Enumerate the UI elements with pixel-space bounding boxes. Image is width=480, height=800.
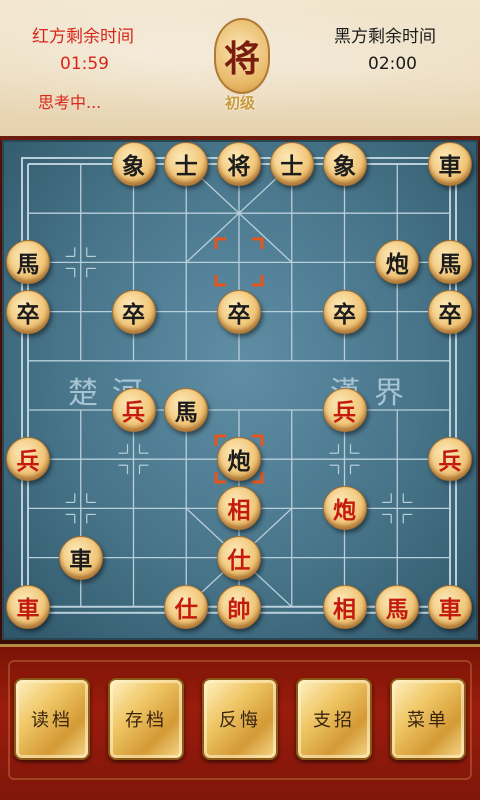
black-piece[interactable]: 卒: [428, 289, 472, 334]
red-piece[interactable]: 馬: [375, 584, 420, 629]
undo-button[interactable]: 反悔: [202, 678, 278, 760]
red-piece[interactable]: 兵: [6, 437, 50, 482]
black-piece[interactable]: 馬: [164, 388, 209, 432]
black-piece[interactable]: 象: [322, 142, 367, 186]
black-piece[interactable]: 卒: [217, 289, 261, 334]
black-piece[interactable]: 車: [58, 535, 103, 580]
red-piece[interactable]: 兵: [428, 437, 472, 482]
black-piece[interactable]: 卒: [322, 289, 367, 334]
red-piece[interactable]: 車: [6, 584, 50, 629]
red-piece[interactable]: 車: [428, 584, 472, 629]
hint-button[interactable]: 支招: [296, 678, 372, 760]
red-piece[interactable]: 帥: [217, 584, 261, 629]
black-piece[interactable]: 車: [428, 142, 472, 186]
black-piece[interactable]: 卒: [6, 289, 50, 334]
red-piece[interactable]: 兵: [111, 388, 156, 432]
load-game-button[interactable]: 读档: [14, 678, 90, 760]
menu-button[interactable]: 菜单: [390, 678, 466, 760]
red-piece[interactable]: 相: [322, 584, 367, 629]
black-piece[interactable]: 将: [217, 142, 261, 186]
black-piece[interactable]: 卒: [111, 289, 156, 334]
red-piece[interactable]: 炮: [322, 486, 367, 531]
red-piece[interactable]: 兵: [322, 388, 367, 432]
black-piece[interactable]: 士: [164, 142, 209, 186]
save-game-button[interactable]: 存档: [108, 678, 184, 760]
red-piece[interactable]: 仕: [164, 584, 209, 629]
red-piece[interactable]: 仕: [217, 535, 261, 580]
black-piece[interactable]: 炮: [217, 437, 261, 482]
black-piece[interactable]: 士: [269, 142, 314, 186]
black-piece[interactable]: 象: [111, 142, 156, 186]
